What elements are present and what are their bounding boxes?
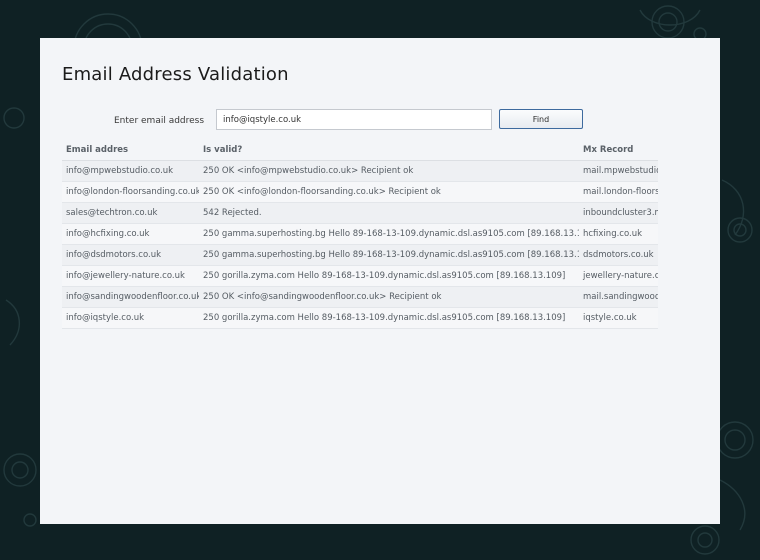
cell-mx-record: iqstyle.co.uk xyxy=(579,307,658,329)
table-row: info@hcfixing.co.uk 250 gamma.superhosti… xyxy=(62,223,658,245)
cell-email: info@mpwebstudio.co.uk xyxy=(62,160,199,182)
cell-mx-record: dsdmotors.co.uk xyxy=(579,244,658,266)
cell-is-valid: 250 gorilla.zyma.com Hello 89-168-13-109… xyxy=(199,307,579,329)
cell-email: info@hcfixing.co.uk xyxy=(62,223,199,245)
page-title: Email Address Validation xyxy=(62,64,289,85)
email-input-label: Enter email address xyxy=(114,116,205,126)
cell-is-valid: 542 Rejected. xyxy=(199,202,579,224)
cell-mx-record: mail.london-floorsanding.co.uk xyxy=(579,181,658,203)
cell-mx-record: inboundcluster3.m xyxy=(579,202,658,224)
table-row: info@dsdmotors.co.uk 250 gamma.superhost… xyxy=(62,244,658,266)
table-row: info@mpwebstudio.co.uk 250 OK <info@mpwe… xyxy=(62,160,658,182)
cell-is-valid: 250 gorilla.zyma.com Hello 89-168-13-109… xyxy=(199,265,579,287)
table-row: info@jewellery-nature.co.uk 250 gorilla.… xyxy=(62,265,658,287)
cell-mx-record: mail.mpwebstudio.co.uk xyxy=(579,160,658,182)
validation-panel: Email Address Validation Enter email add… xyxy=(40,38,720,524)
cell-is-valid: 250 OK <info@london-floorsanding.co.uk> … xyxy=(199,181,579,203)
cell-is-valid: 250 gamma.superhosting.bg Hello 89-168-1… xyxy=(199,223,579,245)
table-header-row: Email addres Is valid? Mx Record xyxy=(62,139,658,161)
column-header-mx-record: Mx Record xyxy=(579,139,658,161)
find-button[interactable]: Find xyxy=(499,109,583,129)
cell-email: info@dsdmotors.co.uk xyxy=(62,244,199,266)
column-header-email: Email addres xyxy=(62,139,199,161)
cell-mx-record: hcfixing.co.uk xyxy=(579,223,658,245)
email-input[interactable] xyxy=(216,109,492,130)
cell-is-valid: 250 OK <info@sandingwoodenfloor.co.uk> R… xyxy=(199,286,579,308)
table-row: info@london-floorsanding.co.uk 250 OK <i… xyxy=(62,181,658,203)
cell-email: info@sandingwoodenfloor.co.uk xyxy=(62,286,199,308)
cell-mx-record: mail.sandingwoodenfloor.co.uk xyxy=(579,286,658,308)
cell-email: info@iqstyle.co.uk xyxy=(62,307,199,329)
cell-mx-record: jewellery-nature.co.uk xyxy=(579,265,658,287)
cell-is-valid: 250 OK <info@mpwebstudio.co.uk> Recipien… xyxy=(199,160,579,182)
table-row: sales@techtron.co.uk 542 Rejected. inbou… xyxy=(62,202,658,224)
table-row: info@sandingwoodenfloor.co.uk 250 OK <in… xyxy=(62,286,658,308)
cell-email: info@london-floorsanding.co.uk xyxy=(62,181,199,203)
column-header-is-valid: Is valid? xyxy=(199,139,579,161)
table-row: info@iqstyle.co.uk 250 gorilla.zyma.com … xyxy=(62,307,658,329)
cell-email: info@jewellery-nature.co.uk xyxy=(62,265,199,287)
cell-is-valid: 250 gamma.superhosting.bg Hello 89-168-1… xyxy=(199,244,579,266)
cell-email: sales@techtron.co.uk xyxy=(62,202,199,224)
results-table: Email addres Is valid? Mx Record info@mp… xyxy=(62,139,658,329)
